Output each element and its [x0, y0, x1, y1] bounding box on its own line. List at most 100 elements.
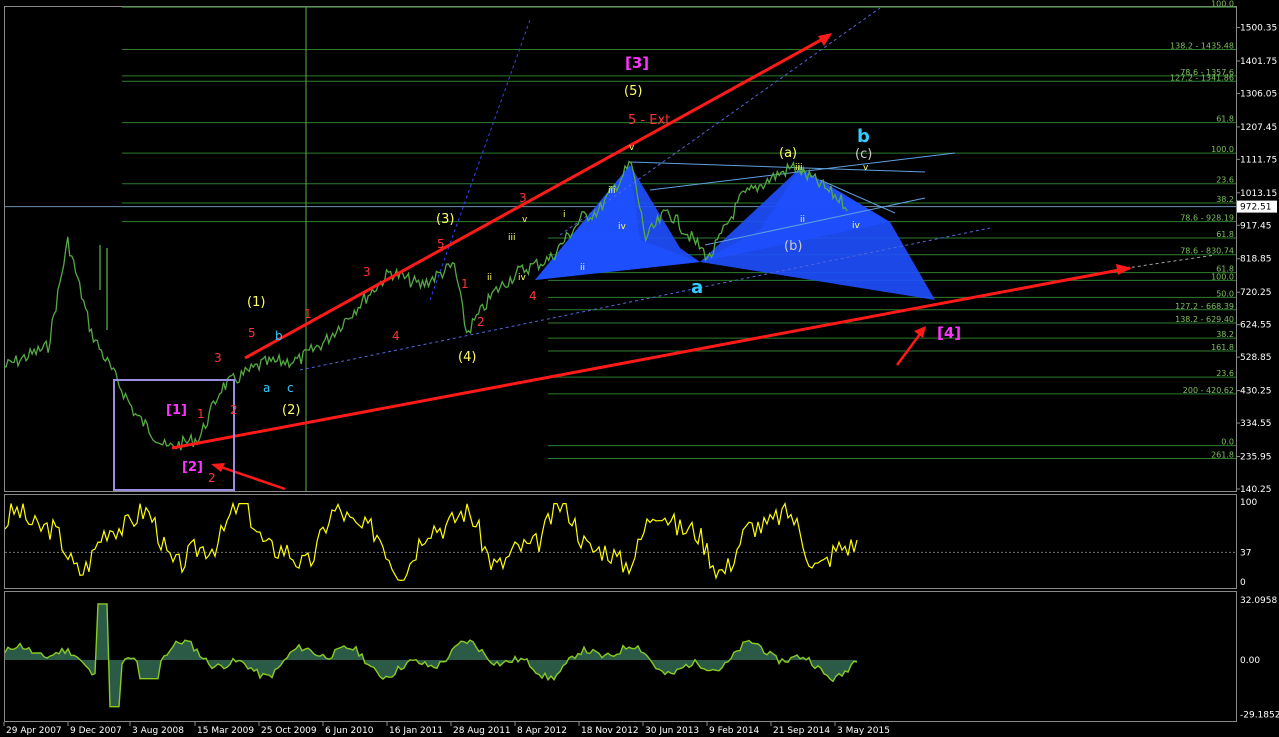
time-tick-label: 28 Aug 2011 — [453, 726, 511, 736]
price-tick-label: 1013.15 — [1240, 189, 1277, 199]
wave-label: 2 — [208, 471, 216, 485]
fib-level-label: 100.0 — [1211, 145, 1234, 154]
wave-2-arrow — [214, 463, 286, 491]
time-tick-label: 3 May 2015 — [837, 726, 890, 736]
wave-label: 3 — [363, 265, 371, 279]
wave-label: 1 — [197, 407, 205, 421]
fib-level-label: 23.6 — [1216, 369, 1234, 378]
dotted-extension-line — [1119, 254, 1216, 270]
rsi-tick-label: 0 — [1240, 578, 1246, 588]
wave-label: c — [287, 381, 294, 395]
wave-label: iii — [508, 233, 516, 243]
price-tick-label: 1500.35 — [1240, 24, 1277, 34]
wave-label: 3 — [214, 351, 222, 365]
price-tick-label: 430.25 — [1240, 387, 1272, 397]
wave-label: (b) — [784, 239, 802, 254]
osma-tick-label: 32.0958 — [1240, 596, 1277, 606]
price-tag-label: 972.51 — [1240, 203, 1272, 213]
fib-level-label: 100.0 — [1211, 0, 1234, 8]
osma-series: 32.0958 0.00 -29.1852 — [4, 596, 1279, 721]
osma-tick-label: -29.1852 — [1240, 711, 1279, 721]
wave-label: 3 — [519, 191, 527, 205]
time-tick-label: 21 Sep 2014 — [773, 726, 830, 736]
wave-label: (5) — [624, 84, 642, 99]
wave-label: 2 — [230, 403, 238, 417]
wave-label: (4) — [458, 350, 476, 365]
fib-level-label: 38.2 — [1216, 195, 1234, 204]
wave-1-2-box — [113, 379, 235, 491]
wave-label: 2 — [477, 315, 485, 329]
rsi-pane-border — [4, 494, 1237, 589]
price-tick-label: 528.85 — [1240, 353, 1272, 363]
time-tick-label: 25 Oct 2009 — [261, 726, 317, 736]
wave-label: [1] — [166, 403, 187, 418]
harmonic-patterns — [535, 165, 935, 300]
wave-label: ii — [580, 263, 585, 273]
time-tick-label: 9 Feb 2014 — [709, 726, 760, 736]
time-tick-label: 3 Aug 2008 — [132, 726, 184, 736]
fib-level-label: 138.2 - 629.40 — [1175, 315, 1234, 324]
price-chart[interactable]: 100.0138.2 - 1435.4878.6 - 1357.6127.2 -… — [0, 0, 1279, 737]
fib-level-label: 23.6 — [1216, 176, 1234, 185]
price-tick-label: 917.45 — [1240, 221, 1272, 231]
wave-4-arrow — [895, 329, 925, 366]
fib-level-label: 161.8 — [1211, 343, 1234, 352]
wave-label: a — [263, 381, 270, 395]
wave-label: a — [691, 277, 703, 298]
wave-label: iv — [852, 221, 861, 231]
price-tick-label: 334.55 — [1240, 419, 1272, 429]
fib-level-label: 200 - 420.62 — [1183, 386, 1234, 395]
wave-4-arrowhead — [914, 326, 926, 338]
price-tick-label: 720.25 — [1240, 288, 1272, 298]
rsi-tick-label: 37 — [1240, 548, 1251, 558]
osma-tick-label: 0.00 — [1240, 656, 1260, 666]
wave-label: 5 — [437, 237, 445, 251]
wave-label: ii — [487, 273, 492, 283]
wave-label: 5 — [248, 326, 256, 340]
wave-label: v — [863, 163, 869, 173]
price-tick-label: 1306.05 — [1240, 89, 1277, 99]
wave-label: b — [275, 329, 283, 343]
price-tick-label: 818.85 — [1240, 255, 1272, 265]
time-tick-label: 8 Apr 2012 — [517, 726, 567, 736]
fib-level-label: 100.0 — [1211, 272, 1234, 281]
rsi-tick-label: 100 — [1240, 498, 1257, 508]
osma-line — [4, 603, 858, 708]
price-tick-label: 1111.75 — [1240, 155, 1277, 165]
fib-level-label: 138.2 - 1435.48 — [1170, 42, 1234, 51]
wave-label: 4 — [392, 329, 400, 343]
price-tick-label: 235.95 — [1240, 453, 1272, 463]
wave-label: 5 - Ext — [628, 113, 670, 128]
price-tick-label: 140.25 — [1240, 485, 1272, 495]
wave-label: iii — [608, 186, 616, 196]
wave-label: [2] — [182, 460, 203, 475]
fib-level-label: 0.0 — [1221, 438, 1234, 447]
wave-label: (a) — [779, 146, 797, 161]
wave-label: v — [629, 143, 635, 153]
price-axis: 1500.35 1401.75 1306.05 1207.45 1111.75 1013.… — [1236, 24, 1277, 495]
wave-label: (3) — [436, 212, 454, 227]
osma-histogram — [5, 603, 857, 707]
wave-label: 1 — [461, 277, 469, 291]
time-tick-label: 30 Jun 2013 — [645, 726, 699, 736]
chart-window: 100.0 138.2 - 1435.48 78.6 - 1357.6 127.2 -… — [0, 0, 1279, 737]
wave-label: ii — [800, 215, 805, 225]
time-tick-label: 18 Nov 2012 — [581, 726, 639, 736]
rsi-line — [4, 501, 858, 582]
time-tick-label: 9 Dec 2007 — [70, 726, 122, 736]
fib-level-label: 78.6 - 928.19 — [1180, 214, 1234, 223]
fib-level-label: 61.8 — [1216, 115, 1234, 124]
wave-1-2-box — [113, 379, 235, 491]
wave-label: iii — [795, 163, 803, 173]
wave-label: iv — [518, 273, 527, 283]
price-tick-label: 1207.45 — [1240, 123, 1277, 133]
wave-label: (c) — [855, 147, 872, 162]
wave-label: 4 — [529, 289, 537, 303]
fib-level-label: 127.2 - 1341.86 — [1170, 73, 1234, 82]
price-line — [3, 160, 848, 451]
dotted-channel-line — [429, 19, 531, 301]
fib-level-label: 78.6 - 830.74 — [1180, 247, 1234, 256]
wave-label: b — [857, 126, 870, 147]
fib-level-label: 127.2 - 668.39 — [1175, 302, 1234, 311]
price-series — [3, 160, 848, 451]
